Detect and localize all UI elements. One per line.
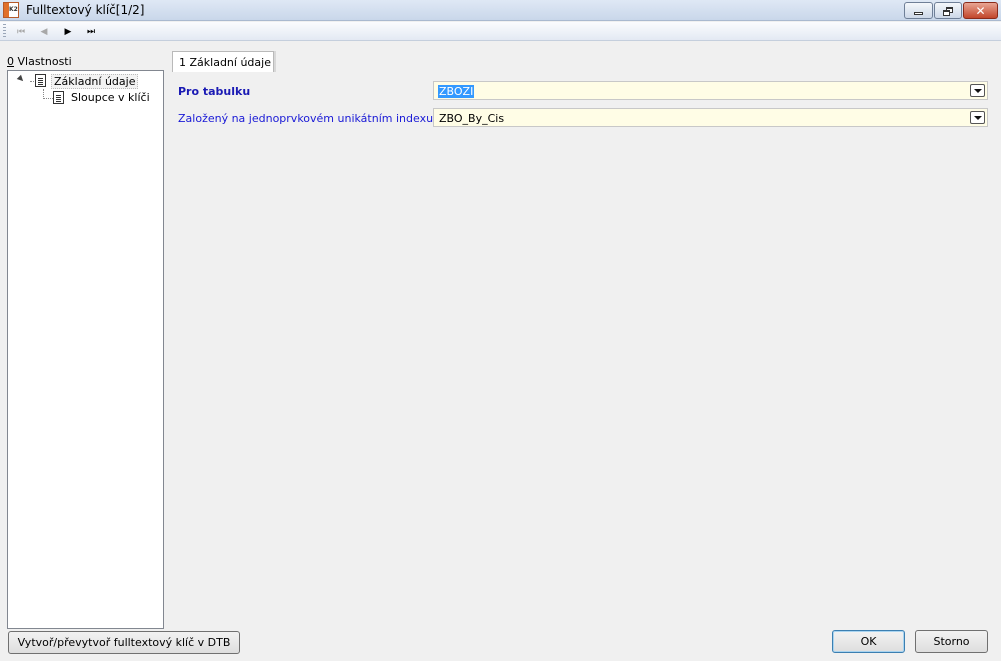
app-icon: K2 [3, 2, 19, 18]
tree-item-zakladni-udaje[interactable]: Základní údaje [51, 74, 139, 89]
document-icon [35, 74, 46, 87]
table-value: ZBOZI [438, 85, 475, 98]
last-record-button[interactable]: ⏭ [82, 24, 100, 39]
first-record-button[interactable]: ⏮ [12, 24, 30, 39]
window-title: Fulltextový klíč[1/2] [26, 3, 145, 17]
restore-icon [943, 6, 953, 16]
table-combobox[interactable]: ZBOZI [433, 81, 988, 100]
toolbar-grip[interactable] [3, 24, 6, 39]
tree-item-sloupce-v-klici[interactable]: Sloupce v klíči [69, 91, 152, 104]
dropdown-arrow-icon[interactable] [970, 84, 985, 97]
index-value: ZBO_By_Cis [439, 112, 505, 125]
documents-icon [53, 89, 68, 104]
properties-label-text: Vlastnosti [14, 55, 72, 68]
properties-tree[interactable]: Základní údaje Sloupce v klíči [7, 70, 164, 629]
create-fulltext-key-button[interactable]: Vytvoř/převytvoř fulltextový klíč v DTB [8, 631, 240, 654]
minimize-icon [914, 12, 923, 15]
dropdown-arrow-icon[interactable] [970, 111, 985, 124]
collapse-arrow-icon[interactable] [16, 74, 26, 84]
restore-button[interactable] [934, 2, 962, 19]
minimize-button[interactable] [904, 2, 933, 19]
previous-record-button[interactable]: ◀ [35, 24, 53, 39]
tab-zakladni-udaje[interactable]: 1 Základní údaje [172, 51, 274, 72]
next-record-button[interactable]: ▶ [59, 24, 77, 39]
table-label: Pro tabulku [178, 85, 251, 98]
close-button[interactable]: ✕ [963, 2, 998, 19]
ok-button[interactable]: OK [832, 630, 905, 653]
title-bar: K2 Fulltextový klíč[1/2] ✕ [0, 0, 1001, 21]
cancel-button[interactable]: Storno [915, 630, 988, 653]
properties-label: 0 Vlastnosti [7, 55, 72, 68]
close-icon: ✕ [975, 3, 986, 18]
index-label: Založený na jednoprvkovém unikátním inde… [178, 112, 434, 125]
record-navigation-toolbar: ⏮ ◀ ▶ ⏭ [0, 22, 1001, 41]
properties-accesskey: 0 [7, 55, 14, 68]
index-combobox[interactable]: ZBO_By_Cis [433, 108, 988, 127]
